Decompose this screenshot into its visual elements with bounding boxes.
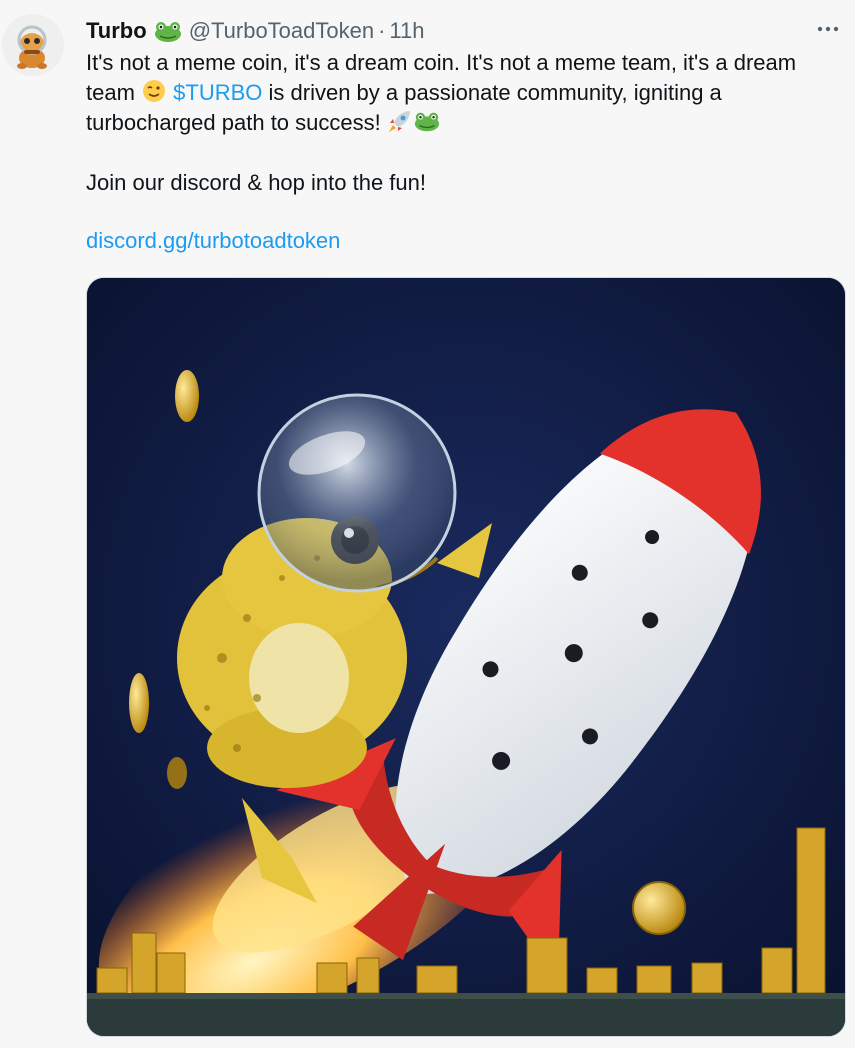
rocket-icon — [387, 108, 413, 134]
frog-face-icon — [153, 19, 183, 43]
tweet-text: It's not a meme coin, it's a dream coin.… — [86, 48, 842, 256]
cashtag-link[interactable]: $TURBO — [173, 80, 262, 105]
timestamp[interactable]: 11h — [389, 18, 424, 44]
tweet-paragraph: Join our discord & hop into the fun! — [86, 170, 426, 195]
more-options-icon[interactable] — [813, 14, 843, 44]
handle[interactable]: @TurboToadToken — [189, 18, 374, 44]
tweet-header: Turbo @TurboToadToken · 11h — [86, 14, 841, 48]
tweet-paragraph: It's not a meme coin, it's a dream coin.… — [86, 48, 842, 138]
separator: · — [378, 18, 386, 43]
avatar[interactable] — [2, 14, 64, 76]
display-name[interactable]: Turbo — [86, 18, 147, 44]
frog-face-icon — [413, 108, 439, 134]
winking-face-icon — [141, 78, 167, 104]
discord-link[interactable]: discord.gg/turbotoadtoken — [86, 228, 340, 253]
toad-riding-rocket-illustration — [87, 278, 845, 1036]
toad-astronaut-avatar-icon — [2, 14, 64, 76]
tweet-image[interactable] — [86, 277, 846, 1037]
tweet-paragraph: discord.gg/turbotoadtoken — [86, 226, 842, 256]
